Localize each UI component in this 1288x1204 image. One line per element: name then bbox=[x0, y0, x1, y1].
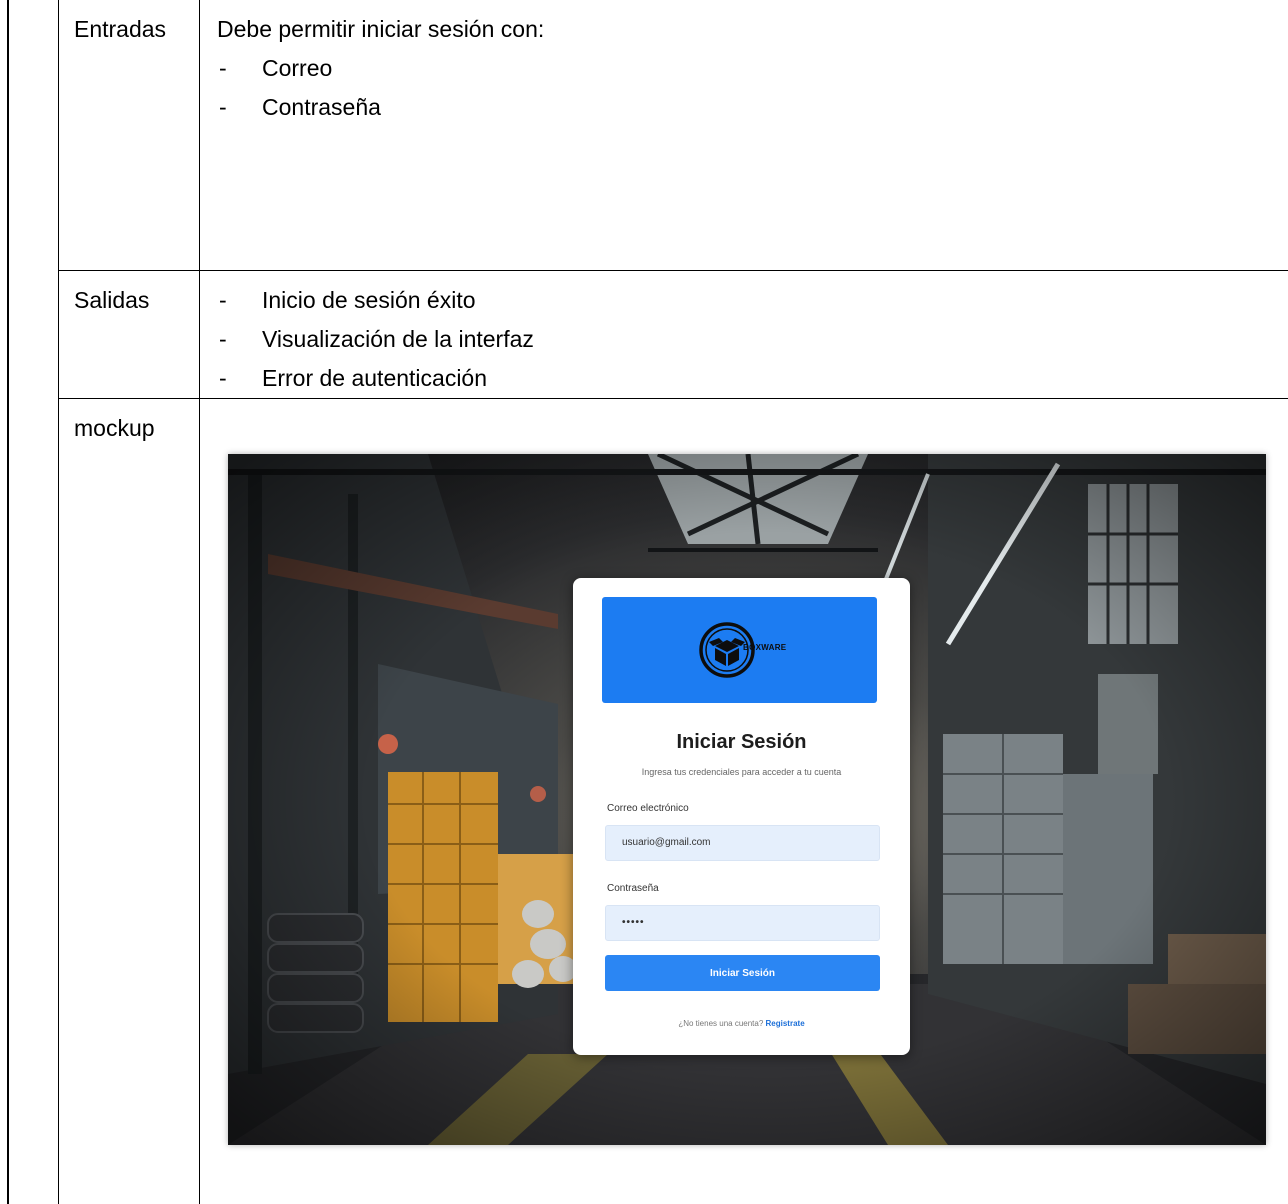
login-title: Iniciar Sesión bbox=[676, 731, 807, 753]
outputs-content: - Inicio de sesión éxito - Visualización… bbox=[199, 269, 1288, 399]
outer-left-border bbox=[7, 0, 9, 1204]
email-field[interactable]: usuario@gmail.com bbox=[605, 825, 880, 861]
list-item: - Correo bbox=[217, 49, 1288, 88]
dash-marker: - bbox=[219, 55, 227, 81]
mockup-label: mockup bbox=[58, 397, 200, 1204]
login-subtitle: Ingresa tus credenciales para acceder a … bbox=[641, 767, 842, 777]
list-item-text: Contraseña bbox=[262, 94, 381, 120]
login-button[interactable]: Iniciar Sesión bbox=[605, 955, 880, 991]
logo-text: BOXWARE bbox=[743, 643, 787, 652]
login-card: BOXWARE Iniciar Sesión Ingresa tus crede… bbox=[573, 578, 910, 1055]
signup-prompt-text: ¿No tienes una cuenta? bbox=[678, 1019, 766, 1028]
dash-marker: - bbox=[219, 364, 227, 391]
password-field[interactable]: ••••• bbox=[605, 905, 880, 941]
list-item: - Visualización de la interfaz bbox=[217, 320, 1288, 359]
outputs-row: Salidas - Inicio de sesión éxito - Visua… bbox=[58, 269, 1288, 399]
list-item-text: Correo bbox=[262, 55, 333, 81]
password-label: Contraseña bbox=[607, 883, 659, 894]
inputs-content: Debe permitir iniciar sesión con: - Corr… bbox=[199, 0, 1288, 271]
dash-marker: - bbox=[219, 286, 227, 313]
list-item: - Error de autenticación bbox=[217, 359, 1288, 398]
outputs-label: Salidas bbox=[58, 269, 200, 399]
list-item: - Inicio de sesión éxito bbox=[217, 281, 1288, 320]
list-item: - Contraseña bbox=[217, 88, 1288, 127]
dash-marker: - bbox=[219, 94, 227, 120]
signup-prompt: ¿No tienes una cuenta? Registrate bbox=[573, 1018, 910, 1030]
inputs-row: Entradas Debe permitir iniciar sesión co… bbox=[58, 0, 1288, 271]
signup-link[interactable]: Registrate bbox=[766, 1019, 805, 1028]
inputs-label: Entradas bbox=[58, 0, 200, 271]
inputs-intro: Debe permitir iniciar sesión con: bbox=[217, 16, 545, 42]
list-item-text: Error de autenticación bbox=[262, 364, 488, 391]
list-item-text: Inicio de sesión éxito bbox=[262, 286, 476, 313]
dash-marker: - bbox=[219, 325, 227, 352]
list-item-text: Visualización de la interfaz bbox=[262, 325, 534, 352]
email-label: Correo electrónico bbox=[607, 803, 689, 814]
logo-banner: BOXWARE bbox=[602, 597, 877, 703]
login-mockup-image: BOXWARE Iniciar Sesión Ingresa tus crede… bbox=[228, 454, 1266, 1145]
